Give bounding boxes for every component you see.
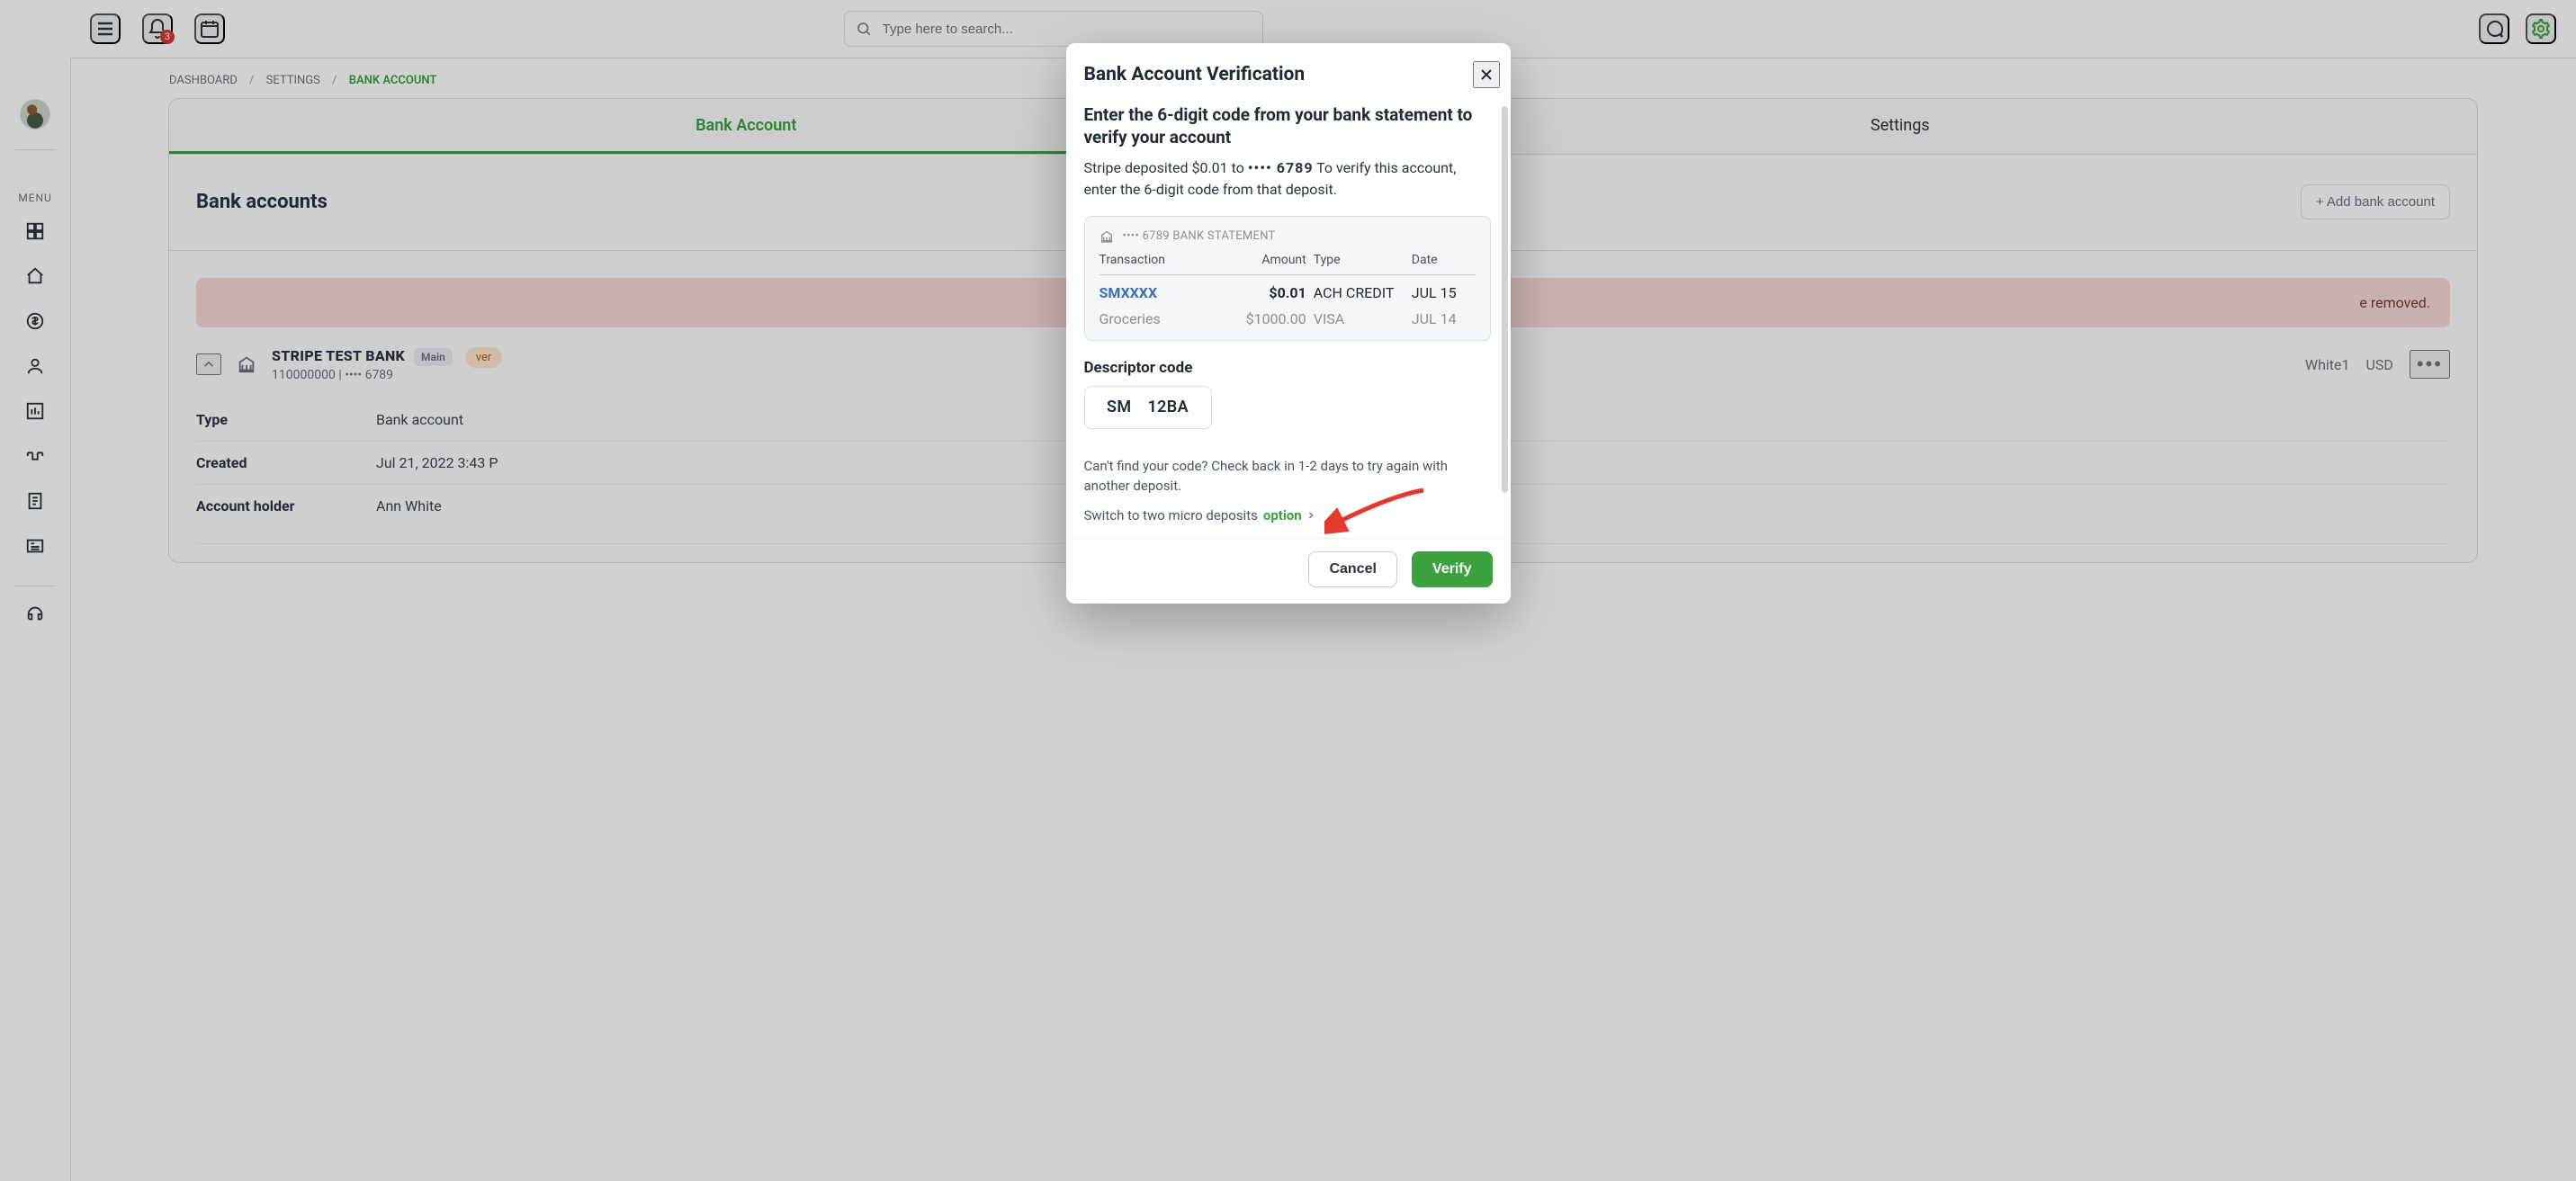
cell-amt: $1000.00 <box>1225 310 1306 327</box>
switch-line: Switch to two micro deposits option <box>1084 507 1316 523</box>
statement-header: •••• 6789 BANK STATEMENT <box>1100 229 1476 244</box>
button-label: Verify <box>1432 561 1472 577</box>
verify-modal: Bank Account Verification Enter the 6-di… <box>1066 43 1511 604</box>
chevron-right-icon <box>1306 510 1316 521</box>
code-prefix: SM <box>1107 398 1131 416</box>
modal-subtitle: Enter the 6-digit code from your bank st… <box>1084 104 1491 148</box>
scrollbar[interactable] <box>1502 106 1508 493</box>
statement-table: Transaction Amount Type Date SMXXXX $0.0… <box>1100 253 1476 327</box>
descriptor-label: Descriptor code <box>1084 359 1491 377</box>
close-icon <box>1477 66 1495 84</box>
col-tx: Transaction <box>1100 253 1217 267</box>
bank-icon <box>1100 229 1114 244</box>
table-row: SMXXXX $0.01 ACH CREDIT JUL 15 <box>1100 275 1476 301</box>
desc-mask: •••• 6789 <box>1248 159 1314 176</box>
hint-text: Can't find your code? Check back in 1-2 … <box>1084 456 1491 497</box>
cell-tx: SMXXXX <box>1100 284 1217 301</box>
link-text: option <box>1263 507 1302 523</box>
close-button[interactable] <box>1473 61 1500 88</box>
col-date: Date <box>1412 253 1476 267</box>
col-amt: Amount <box>1225 253 1306 267</box>
cancel-button[interactable]: Cancel <box>1308 551 1396 587</box>
verify-button[interactable]: Verify <box>1412 551 1493 587</box>
cell-date: JUL 14 <box>1412 310 1476 327</box>
switch-option-link[interactable]: option <box>1263 507 1316 523</box>
table-header: Transaction Amount Type Date <box>1100 253 1476 275</box>
cell-date: JUL 15 <box>1412 284 1476 301</box>
modal-body: Enter the 6-digit code from your bank st… <box>1066 104 1511 538</box>
descriptor-code-input[interactable]: SM 12BA <box>1084 386 1212 429</box>
statement-label: •••• 6789 BANK STATEMENT <box>1123 229 1276 243</box>
modal-header: Bank Account Verification <box>1066 43 1511 99</box>
col-type: Type <box>1314 253 1405 267</box>
cell-tx: Groceries <box>1100 310 1217 327</box>
cell-type: VISA <box>1314 310 1405 327</box>
code-value: 12BA <box>1148 398 1189 416</box>
button-label: Cancel <box>1329 561 1376 577</box>
cell-type: ACH CREDIT <box>1314 284 1405 301</box>
cell-amt: $0.01 <box>1225 284 1306 301</box>
statement-card: •••• 6789 BANK STATEMENT Transaction Amo… <box>1084 216 1491 341</box>
modal-footer: Cancel Verify <box>1066 538 1511 604</box>
table-row: Groceries $1000.00 VISA JUL 14 <box>1100 301 1476 327</box>
desc-before: Stripe deposited $0.01 to <box>1084 159 1248 176</box>
modal-description: Stripe deposited $0.01 to •••• 6789 To v… <box>1084 157 1491 199</box>
switch-prefix: Switch to two micro deposits <box>1084 507 1258 523</box>
modal-title: Bank Account Verification <box>1084 64 1306 85</box>
